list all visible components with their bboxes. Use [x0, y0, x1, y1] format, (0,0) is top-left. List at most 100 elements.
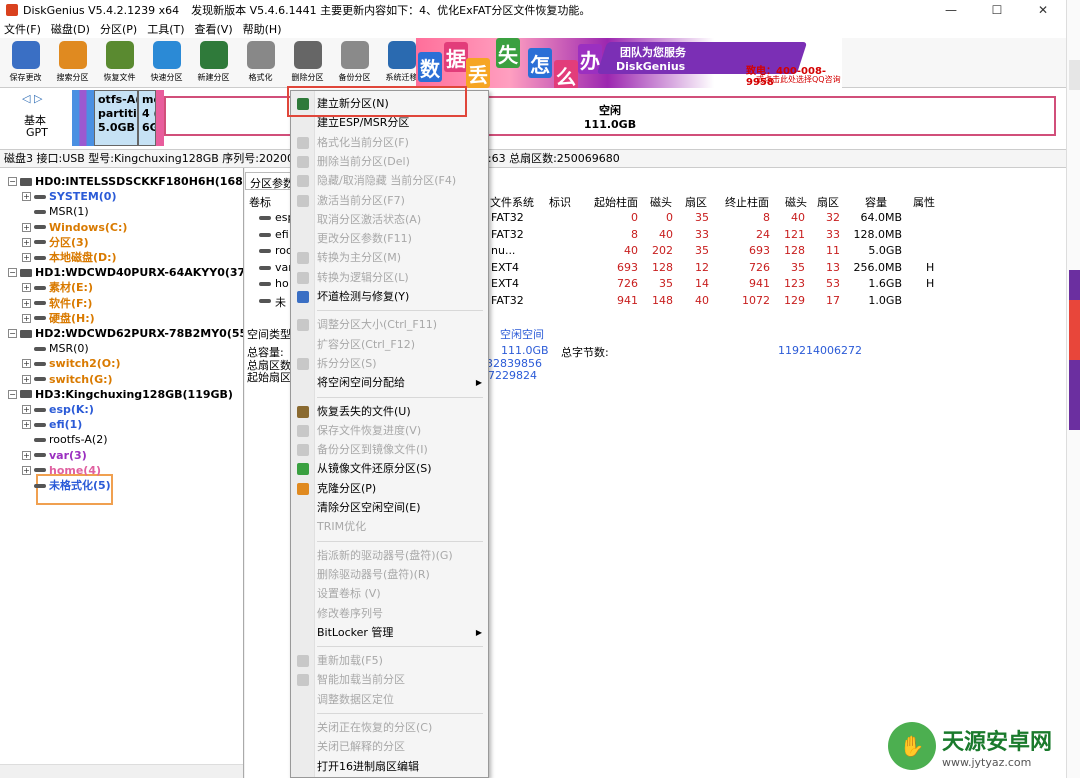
partition-block-var[interactable] [156, 90, 164, 146]
partition-block-home[interactable]: me 4 ( 6G [138, 90, 156, 146]
tree-partition-node[interactable]: + home(4) [22, 463, 101, 478]
context-menu-item[interactable]: 关闭正在恢复的分区(C) [291, 718, 488, 737]
column-header[interactable]: 文件系统 [490, 194, 534, 210]
tree-partition-node[interactable]: + SYSTEM(0) [22, 189, 116, 204]
menu-item[interactable]: 工具(T) [147, 21, 184, 37]
expand-toggle-icon[interactable]: + [22, 465, 31, 475]
toolbar-button[interactable]: 快速分区 [143, 38, 190, 88]
context-menu-item[interactable]: 更改分区参数(F11) [291, 229, 488, 248]
menu-item[interactable]: 磁盘(D) [51, 21, 90, 37]
tree-partition-node[interactable]: + switch(G:) [22, 372, 113, 387]
tree-partition-node[interactable]: 未格式化(5) [22, 478, 111, 493]
column-header[interactable]: 扇区 [685, 194, 707, 210]
tree-partition-node[interactable]: + 分区(3) [22, 235, 89, 250]
column-header[interactable]: 磁头 [785, 194, 807, 210]
context-menu-item[interactable]: BitLocker 管理 ▶ [291, 623, 488, 642]
expand-toggle-icon[interactable]: + [22, 420, 31, 430]
expand-toggle-icon[interactable]: + [22, 283, 31, 293]
tree-horizontal-scrollbar[interactable] [0, 764, 243, 778]
expand-toggle-icon[interactable]: − [8, 268, 17, 278]
expand-toggle-icon[interactable]: + [22, 313, 31, 323]
expand-toggle-icon[interactable]: + [22, 450, 31, 460]
expand-toggle-icon[interactable]: + [22, 253, 31, 262]
column-header[interactable]: 磁头 [650, 194, 672, 210]
tree-disk-node[interactable]: − HD2:WDCWD62PURX-78B2MY0(5589GB) [8, 326, 243, 341]
menu-item[interactable]: 查看(V) [195, 21, 233, 37]
context-menu-item[interactable]: 修改卷序列号 [291, 604, 488, 623]
tree-partition-node[interactable]: + var(3) [22, 448, 87, 463]
column-header[interactable]: 终止柱面 [725, 194, 769, 210]
column-header[interactable]: 属性 [913, 194, 935, 210]
column-header[interactable]: 起始柱面 [594, 194, 638, 210]
column-header[interactable]: 标识 [549, 194, 571, 210]
context-menu-item[interactable]: 格式化当前分区(F) [291, 133, 488, 152]
partition-strip-small[interactable] [72, 90, 94, 146]
context-menu-item[interactable]: 调整分区大小(Ctrl_F11) [291, 315, 488, 334]
tree-partition-node[interactable]: + esp(K:) [22, 402, 94, 417]
context-menu-item[interactable]: 保存文件恢复进度(V) [291, 421, 488, 440]
context-menu-item[interactable]: 坏道检测与修复(Y) [291, 287, 488, 306]
context-menu-item[interactable]: 关闭已解释的分区 [291, 737, 488, 756]
context-menu-item[interactable]: 转换为主分区(M) [291, 248, 488, 267]
context-menu-item[interactable]: 恢复丢失的文件(U) [291, 402, 488, 421]
menu-item[interactable]: 分区(P) [100, 21, 137, 37]
partition-block-rootfs[interactable]: otfs-A( partiti 5.0GB [94, 90, 138, 146]
tree-disk-node[interactable]: − HD0:INTELSSDSCKKF180H6H(168GB) [8, 174, 243, 189]
context-menu-item[interactable]: 删除驱动器号(盘符)(R) [291, 565, 488, 584]
tree-partition-node[interactable]: MSR(1) [22, 204, 89, 219]
column-header[interactable]: 扇区 [817, 194, 839, 210]
expand-toggle-icon[interactable]: + [22, 298, 31, 308]
expand-toggle-icon[interactable]: + [22, 374, 31, 384]
context-menu-item[interactable]: 取消分区激活状态(A) [291, 210, 488, 229]
banner-qq-link[interactable]: 或点击此处选择QQ咨询 [756, 74, 841, 85]
tree-partition-node[interactable]: + 硬盘(H:) [22, 311, 95, 326]
toolbar-button[interactable]: 格式化 [237, 38, 284, 88]
menu-item[interactable]: 帮助(H) [243, 21, 282, 37]
expand-toggle-icon[interactable]: + [22, 192, 31, 202]
expand-toggle-icon[interactable]: − [8, 329, 17, 338]
column-header[interactable]: 容量 [865, 194, 887, 210]
toolbar-button[interactable]: 删除分区 [284, 38, 331, 88]
context-menu-item[interactable]: 备份分区到镜像文件(I) [291, 440, 488, 459]
tree-partition-node[interactable]: MSR(0) [22, 341, 89, 356]
context-menu-item[interactable]: 调整数据区定位 [291, 690, 488, 709]
context-menu-item[interactable]: 将空闲空间分配给 ▶ [291, 373, 488, 392]
expand-toggle-icon[interactable]: − [8, 177, 17, 186]
toolbar-button[interactable]: 恢复文件 [96, 38, 143, 88]
expand-toggle-icon[interactable]: + [22, 359, 31, 369]
context-menu-item[interactable]: 重新加载(F5) [291, 651, 488, 670]
toolbar-button[interactable]: 搜索分区 [49, 38, 96, 88]
context-menu-item[interactable]: 打开16进制扇区编辑 [291, 757, 488, 776]
tree-partition-node[interactable]: + switch2(O:) [22, 356, 121, 371]
close-button[interactable]: ✕ [1020, 0, 1066, 20]
context-menu-item[interactable]: 从镜像文件还原分区(S) [291, 459, 488, 478]
tree-partition-node[interactable]: + 软件(F:) [22, 296, 92, 311]
tree-partition-node[interactable]: rootfs-A(2) [22, 432, 108, 447]
tree-partition-node[interactable]: + 素材(E:) [22, 280, 93, 295]
tree-partition-node[interactable]: + efi(1) [22, 417, 82, 432]
context-menu-item[interactable]: 智能加载当前分区 [291, 670, 488, 689]
context-menu-item[interactable]: 隐藏/取消隐藏 当前分区(F4) [291, 171, 488, 190]
expand-toggle-icon[interactable]: + [22, 405, 31, 414]
expand-toggle-icon[interactable]: − [8, 389, 17, 399]
context-menu-item[interactable]: 删除当前分区(Del) [291, 152, 488, 171]
tree-disk-node[interactable]: − HD3:Kingchuxing128GB(119GB) [8, 387, 233, 402]
minimize-button[interactable]: — [928, 0, 974, 20]
expand-toggle-icon[interactable]: + [22, 222, 31, 232]
expand-toggle-icon[interactable]: + [22, 237, 31, 247]
context-menu-item[interactable]: 扩容分区(Ctrl_F12) [291, 335, 488, 354]
context-menu-item[interactable]: 激活当前分区(F7) [291, 191, 488, 210]
maximize-button[interactable]: ☐ [974, 0, 1020, 20]
context-menu-item[interactable]: 克隆分区(P) [291, 479, 488, 498]
context-menu-item[interactable]: TRIM优化 [291, 517, 488, 536]
context-menu-item[interactable]: 拆分分区(S) [291, 354, 488, 373]
column-header[interactable]: 卷标 [249, 194, 271, 210]
context-menu-item[interactable]: 指派新的驱动器号(盘符)(G) [291, 546, 488, 565]
context-menu-item[interactable]: 设置卷标 (V) [291, 584, 488, 603]
ad-banner[interactable]: 数据丢失怎么办 团队为您服务 DiskGenius 致电：400-008-995… [416, 38, 842, 88]
toolbar-button[interactable]: 新建分区 [190, 38, 237, 88]
menu-item[interactable]: 文件(F) [4, 21, 41, 37]
tree-partition-node[interactable]: + Windows(C:) [22, 220, 127, 235]
toolbar-button[interactable]: 备份分区 [331, 38, 378, 88]
update-notice[interactable]: 发现新版本 V5.4.6.1441 主要更新内容如下：4、优化ExFAT分区文件… [191, 2, 590, 18]
